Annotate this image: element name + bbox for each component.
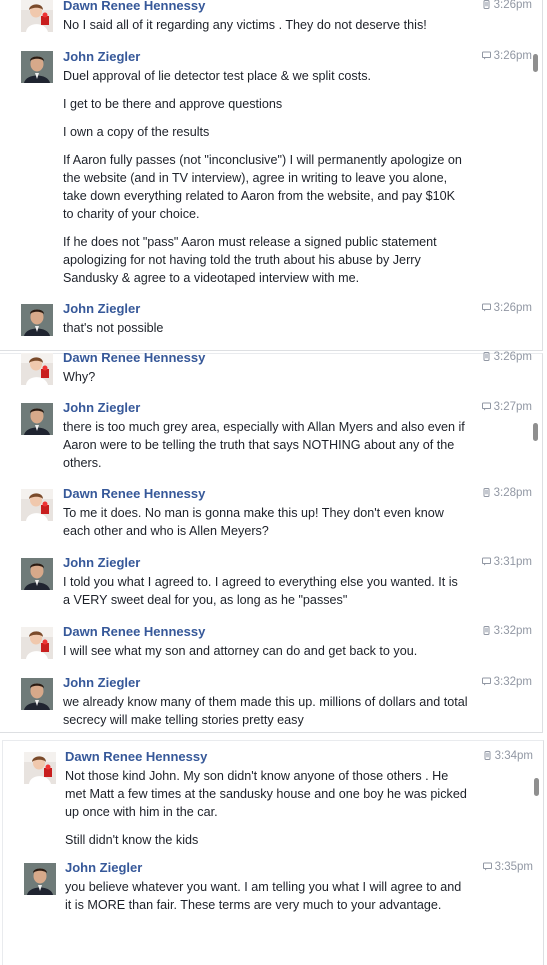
message-text: Aaron were to be telling the truth that … [63,438,455,452]
author-name[interactable]: Dawn Renee Hennessy [63,624,205,639]
message-text: the website (and in TV interview), agree… [63,171,448,185]
avatar-dawn[interactable] [21,489,53,521]
chat-bubble-icon [482,402,491,411]
message-text: Duel approval of lie detector test place… [63,69,371,83]
message-dawn-4: Dawn Renee Hennessy 3:32pm I will see wh… [0,624,532,670]
conversation-panel-2: Dawn Renee Hennessy 3:26pm Why? John Zie… [0,350,543,733]
message-dawn-5: Dawn Renee Hennessy 3:34pm Not those kin… [3,749,533,854]
message-text: it is MORE than fair. These terms are ve… [65,898,442,912]
avatar-john[interactable] [24,863,56,895]
message-text: secrecy will make telling stories pretty… [63,713,304,727]
message-text: others. [63,456,102,470]
author-name[interactable]: Dawn Renee Hennessy [63,0,205,13]
avatar-dawn[interactable] [21,627,53,659]
author-name[interactable]: John Ziegler [63,400,140,415]
timestamp: 3:31pm [482,556,532,568]
message-john-5: John Ziegler 3:32pm we already know many… [0,675,532,731]
message-text: I own a copy of the results [63,125,210,139]
avatar-john[interactable] [21,51,53,83]
avatar-dawn[interactable] [24,752,56,784]
message-text: up once with him in the car. [65,805,218,819]
message-john-6: John Ziegler 3:35pm you believe whatever… [3,860,533,922]
author-name[interactable]: John Ziegler [63,555,140,570]
message-john-4: John Ziegler 3:31pm I told you what I ag… [0,555,532,619]
message-text: Still didn't know the kids [65,833,199,847]
scrollbar-thumb[interactable] [534,778,539,796]
message-text: apologizing for not having told the trut… [63,253,421,267]
message-text: each other and who is Allen Meyers? [63,524,269,538]
timestamp: 3:28pm [482,487,532,499]
timestamp: 3:32pm [482,676,532,688]
message-text: we already know many of them made this u… [63,695,468,709]
author-name[interactable]: Dawn Renee Hennessy [65,749,207,764]
mobile-phone-icon [482,0,491,9]
conversation-panel-3: Dawn Renee Hennessy 3:34pm Not those kin… [2,740,544,965]
chat-bubble-icon [482,677,491,686]
message-text: Sandusky & agree to a videotaped intervi… [63,271,360,285]
message-text: that's not possible [63,321,164,335]
message-text: No I said all of it regarding any victim… [63,18,427,32]
timestamp: 3:26pm [482,50,532,62]
message-john-1: John Ziegler 3:26pm Duel approval of lie… [0,48,532,298]
conversation-panel-1: Dawn Renee Hennessy 3:26pm No I said all… [0,0,543,351]
avatar-dawn[interactable] [21,353,53,385]
author-name[interactable]: John Ziegler [63,49,140,64]
message-john-3: John Ziegler 3:27pm there is too much gr… [0,400,532,482]
timestamp: 3:27pm [482,401,532,413]
timestamp: 3:26pm [482,302,532,314]
message-text: I get to be there and approve questions [63,97,283,111]
timestamp: 3:26pm [482,0,532,11]
message-text: Why? [63,370,96,384]
message-text: Not those kind John. My son didn't know … [65,769,449,783]
message-text: If he does not "pass" Aaron must release… [63,235,437,249]
avatar-john[interactable] [21,304,53,336]
author-name[interactable]: John Ziegler [63,675,140,690]
chat-bubble-icon [482,51,491,60]
message-text: I will see what my son and attorney can … [63,644,418,658]
avatar-john[interactable] [21,678,53,710]
timestamp: 3:26pm [482,351,532,363]
message-text: a VERY sweet deal for you, as long as he… [63,593,348,607]
message-text: there is too much grey area, especially … [63,420,465,434]
chat-bubble-icon [482,557,491,566]
message-text: you believe whatever you want. I am tell… [65,880,462,894]
mobile-phone-icon [482,352,491,361]
chat-bubble-icon [482,303,491,312]
message-john-2: John Ziegler 3:26pm that's not possible [0,301,532,346]
message-text: To me it does. No man is gonna make this… [63,506,444,520]
chat-bubble-icon [483,862,492,871]
author-name[interactable]: Dawn Renee Hennessy [63,486,205,501]
mobile-phone-icon [482,488,491,497]
mobile-phone-icon [483,751,492,760]
scrollbar-thumb[interactable] [533,423,538,441]
avatar-john[interactable] [21,558,53,590]
author-name[interactable]: John Ziegler [63,301,140,316]
message-dawn-1: Dawn Renee Hennessy 3:26pm No I said all… [0,0,532,45]
author-name[interactable]: Dawn Renee Hennessy [63,350,205,365]
mobile-phone-icon [482,626,491,635]
message-dawn-3: Dawn Renee Hennessy 3:28pm To me it does… [0,486,532,550]
author-name[interactable]: John Ziegler [65,860,142,875]
avatar-john[interactable] [21,403,53,435]
message-text: met Matt a few times at the sandusky hou… [65,787,467,801]
avatar-dawn[interactable] [21,0,53,32]
message-text: I told you what I agreed to. I agreed to… [63,575,458,589]
message-dawn-2: Dawn Renee Hennessy 3:26pm Why? [0,350,532,399]
timestamp: 3:34pm [483,750,533,762]
message-text: take down everything related to Aaron fr… [63,189,456,203]
scrollbar-thumb[interactable] [533,54,538,72]
message-text: If Aaron fully passes (not "inconclusive… [63,153,462,167]
message-text: to charity of your choice. [63,207,200,221]
timestamp: 3:32pm [482,625,532,637]
timestamp: 3:35pm [483,861,533,873]
